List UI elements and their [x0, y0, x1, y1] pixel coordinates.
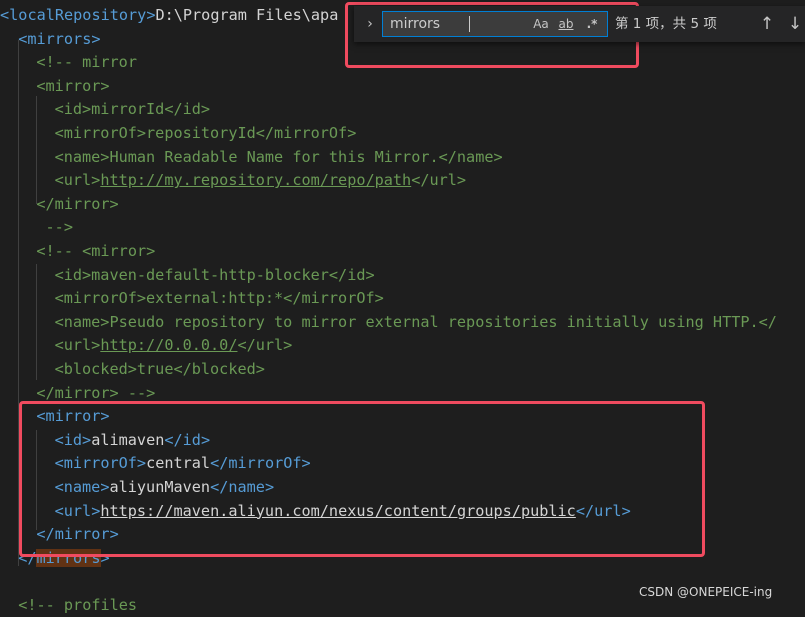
whole-word-toggle[interactable]: ab	[555, 15, 577, 33]
code-line: <mirrorOf>external:http:*</mirrorOf>	[55, 287, 384, 310]
code-token: </mirror>	[36, 194, 119, 213]
indent-guide	[36, 96, 37, 204]
arrow-down-icon[interactable]: ↓	[784, 13, 805, 35]
code-line: -->	[36, 216, 73, 239]
code-line: <mirror>	[36, 75, 109, 98]
indent-guide	[36, 264, 37, 380]
code-token: <id>mirrorId</id>	[54, 100, 211, 119]
mirror-highlight-box	[19, 401, 705, 557]
code-token: http://my.repository.com/repo/path	[100, 171, 412, 190]
code-token: mirrors	[27, 29, 92, 48]
code-token: <url>	[54, 336, 101, 355]
code-line: <localRepository>D:\Program Files\apa	[0, 4, 338, 27]
watermark: CSDN @ONEPEICE-ing	[639, 585, 773, 599]
code-token: </url>	[237, 336, 293, 355]
code-line: </mirror>	[36, 193, 118, 216]
code-token: <url>	[54, 171, 101, 190]
code-line: <blocked>true</blocked>	[55, 358, 265, 381]
chevron-right-icon[interactable]: ›	[360, 14, 380, 34]
code-line: <url>http://0.0.0.0/</url>	[55, 334, 293, 357]
code-token: localRepository	[9, 6, 147, 24]
code-token: <mirrorOf>external:http:*</mirrorOf>	[54, 289, 384, 308]
code-line: <name>Pseudo repository to mirror extern…	[55, 311, 777, 334]
code-line: <id>mirrorId</id>	[55, 98, 210, 121]
text-caret	[469, 16, 470, 32]
code-token: >	[91, 29, 101, 48]
code-token: <!-- mirror	[36, 53, 137, 72]
code-token: <id>maven-default-http-blocker</id>	[54, 265, 375, 284]
code-token: <mirrorOf>repositoryId</mirrorOf>	[54, 124, 357, 142]
code-token: </url>	[411, 171, 467, 190]
code-line: <!-- mirror	[36, 51, 137, 74]
arrow-up-icon[interactable]: ↑	[756, 13, 778, 35]
code-token: </mirror> -->	[36, 383, 156, 402]
code-line: <!-- profiles	[18, 594, 137, 617]
code-token: -->	[36, 218, 73, 237]
code-line: <id>maven-default-http-blocker</id>	[55, 264, 375, 287]
find-widget: › mirrors Aa ab .* 第 1 项，共 5 项 ↑ ↓	[354, 6, 805, 42]
code-line: <mirrorOf>repositoryId</mirrorOf>	[55, 122, 357, 145]
code-line: <url>http://my.repository.com/repo/path<…	[55, 169, 466, 192]
code-token: <blocked>true</blocked>	[54, 360, 265, 378]
code-token: <name>Human Readable Name for this Mirro…	[54, 147, 503, 166]
match-case-toggle[interactable]: Aa	[531, 15, 551, 33]
regex-toggle[interactable]: .*	[581, 15, 603, 33]
search-input[interactable]: mirrors Aa ab .*	[382, 11, 608, 37]
code-line: <mirrors>	[18, 28, 100, 51]
code-token: http://0.0.0.0/	[100, 336, 238, 355]
code-token: <!-- profiles	[18, 596, 138, 614]
code-token: D:\Program Files\apa	[155, 6, 339, 24]
code-line: <!-- <mirror>	[36, 240, 155, 263]
code-token: <name>Pseudo repository to mirror extern…	[54, 312, 777, 331]
code-token: <	[0, 6, 10, 24]
match-count: 第 1 项，共 5 项	[615, 16, 717, 32]
search-query: mirrors	[390, 16, 441, 32]
code-token: <!-- <mirror>	[36, 242, 156, 260]
code-token: <	[18, 29, 28, 48]
code-line: <name>Human Readable Name for this Mirro…	[55, 146, 503, 169]
code-token: <mirror>	[36, 76, 110, 95]
